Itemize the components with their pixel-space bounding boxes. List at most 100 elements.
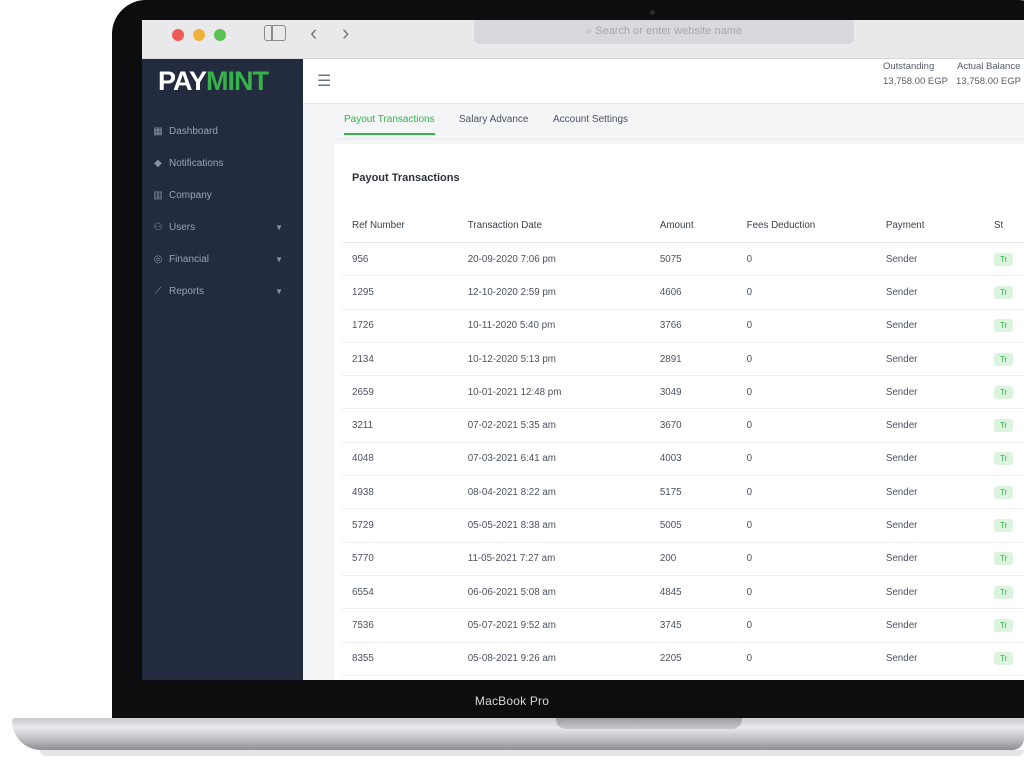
table-cell: Tr bbox=[983, 408, 1024, 443]
camera-icon bbox=[650, 10, 655, 15]
table-row[interactable]: 2134 10-12-2020 5:13 pm 2891 0 Sender Tr bbox=[342, 342, 1024, 377]
tab-account-settings[interactable]: Account Settings bbox=[553, 114, 628, 133]
table-cell: Sender bbox=[875, 542, 984, 576]
paymint-logo[interactable]: PAYMINT bbox=[158, 65, 269, 97]
table-cell: 05-05-2021 8:38 am bbox=[457, 508, 650, 543]
table-cell: 0 bbox=[736, 642, 876, 676]
table-cell: Tr bbox=[983, 242, 1024, 277]
column-header[interactable]: Fees Deduction bbox=[736, 208, 876, 243]
table-cell: 0 bbox=[736, 508, 876, 543]
users-icon: ⚇ bbox=[153, 221, 163, 233]
sidebar-item-reports[interactable]: ⟋ Reports ▼ bbox=[142, 275, 303, 307]
table-row[interactable]: 4048 07-03-2021 6:41 am 4003 0 Sender Tr bbox=[342, 442, 1024, 477]
table-cell: Tr bbox=[983, 642, 1024, 676]
table-cell: Sender bbox=[875, 275, 984, 310]
sidebar-item-notifications[interactable]: ◆ Notifications bbox=[142, 147, 303, 179]
maximize-window-button[interactable] bbox=[214, 29, 226, 41]
sidebar-item-financial[interactable]: ◎ Financial ▼ bbox=[142, 243, 303, 275]
table-row[interactable]: 8355 05-08-2021 9:26 am 2205 0 Sender Tr bbox=[342, 642, 1024, 676]
chart-icon: ⟋ bbox=[154, 285, 162, 297]
table-row[interactable]: 4938 08-04-2021 8:22 am 5175 0 Sender Tr bbox=[342, 475, 1024, 510]
status-badge: Tr bbox=[993, 485, 1014, 499]
table-cell: 200 bbox=[649, 542, 737, 576]
status-badge: Tr bbox=[993, 519, 1014, 533]
outstanding-label: Outstanding bbox=[883, 61, 935, 72]
outstanding-value: 13,758.00 EGP bbox=[883, 76, 948, 87]
app-sidebar: PAYMINT ▦ Dashboard ◆ Notifications ▥ Co… bbox=[142, 59, 303, 680]
table-cell: 4606 bbox=[649, 275, 737, 310]
sidebar-item-dashboard[interactable]: ▦ Dashboard bbox=[142, 115, 303, 147]
table-row[interactable]: 5729 05-05-2021 8:38 am 5005 0 Sender Tr bbox=[342, 508, 1024, 543]
table-cell: 8355 bbox=[342, 642, 458, 676]
table-cell: 10-11-2020 5:40 pm bbox=[457, 309, 650, 343]
sidebar-item-company[interactable]: ▥ Company bbox=[142, 179, 303, 211]
table-cell: Tr bbox=[983, 542, 1024, 576]
tab-salary-advance[interactable]: Salary Advance bbox=[459, 114, 529, 133]
status-badge: Tr bbox=[993, 652, 1014, 666]
table-cell: 10-12-2020 5:13 pm bbox=[457, 342, 650, 377]
close-window-button[interactable] bbox=[172, 29, 184, 41]
table-row[interactable]: 5770 11-05-2021 7:27 am 200 0 Sender Tr bbox=[342, 542, 1024, 576]
table-cell: Sender bbox=[875, 375, 984, 410]
address-bar[interactable]: ⌕ Search or enter website name bbox=[474, 20, 854, 44]
table-cell: 05-08-2021 9:26 am bbox=[457, 642, 650, 676]
browser-toolbar: ‹ › ⌕ Search or enter website name bbox=[142, 20, 1024, 59]
status-badge: Tr bbox=[993, 452, 1014, 466]
table-cell: Tr bbox=[983, 508, 1024, 543]
table-cell: Sender bbox=[875, 342, 984, 377]
table-cell: 3670 bbox=[649, 408, 737, 443]
table-cell: 2891 bbox=[649, 342, 737, 377]
menu-icon[interactable]: ☰ bbox=[317, 71, 331, 91]
actual-balance-value: 13,758.00 EGP bbox=[956, 76, 1021, 87]
table-row[interactable]: 6554 06-06-2021 5:08 am 4845 0 Sender Tr bbox=[342, 575, 1024, 610]
table-cell: 1295 bbox=[342, 275, 458, 310]
dashboard-icon: ▦ bbox=[153, 125, 163, 137]
table-cell: Sender bbox=[875, 442, 984, 477]
minimize-window-button[interactable] bbox=[193, 29, 205, 41]
table-cell: 4003 bbox=[649, 442, 737, 477]
table-cell: 1726 bbox=[342, 309, 458, 343]
column-header[interactable]: Transaction Date bbox=[457, 208, 650, 243]
status-badge: Tr bbox=[993, 252, 1014, 266]
table-cell: 0 bbox=[736, 542, 876, 576]
table-cell: 0 bbox=[736, 442, 876, 477]
table-cell: Sender bbox=[875, 608, 984, 643]
table-cell: 3049 bbox=[649, 375, 737, 410]
table-cell: 0 bbox=[736, 309, 876, 343]
sidebar-item-label: Company bbox=[169, 189, 212, 201]
table-row[interactable]: 7536 05-07-2021 9:52 am 3745 0 Sender Tr bbox=[342, 608, 1024, 643]
tab-payout-transactions[interactable]: Payout Transactions bbox=[344, 114, 435, 135]
column-header[interactable]: Ref Number bbox=[342, 208, 458, 243]
search-icon: ⌕ bbox=[586, 25, 596, 37]
table-cell: Sender bbox=[875, 575, 984, 610]
table-row[interactable]: 2659 10-01-2021 12:48 pm 3049 0 Sender Tr bbox=[342, 375, 1024, 410]
table-row[interactable]: 1295 12-10-2020 2:59 pm 4606 0 Sender Tr bbox=[342, 275, 1024, 310]
status-badge: Tr bbox=[993, 285, 1014, 299]
chevron-left-icon[interactable]: ‹ bbox=[310, 20, 317, 46]
table-row[interactable]: 1726 10-11-2020 5:40 pm 3766 0 Sender Tr bbox=[342, 309, 1024, 343]
status-badge: Tr bbox=[993, 352, 1014, 366]
table-cell: 6554 bbox=[342, 575, 458, 610]
table-cell: Tr bbox=[983, 309, 1024, 343]
table-cell: 5075 bbox=[649, 242, 737, 277]
sidebar-item-label: Notifications bbox=[169, 157, 224, 169]
column-header[interactable]: Payment bbox=[875, 208, 984, 243]
table-cell: 3745 bbox=[649, 608, 737, 643]
sidebar-item-users[interactable]: ⚇ Users ▼ bbox=[142, 211, 303, 243]
table-row[interactable]: 3211 07-02-2021 5:35 am 3670 0 Sender Tr bbox=[342, 408, 1024, 443]
sidebar-item-label: Reports bbox=[169, 285, 205, 297]
actual-balance-label: Actual Balance bbox=[957, 61, 1021, 72]
chevron-down-icon: ▼ bbox=[275, 222, 283, 232]
laptop-notch bbox=[556, 718, 742, 729]
table-cell: Tr bbox=[983, 442, 1024, 477]
chevron-right-icon[interactable]: › bbox=[342, 20, 349, 46]
table-cell: 0 bbox=[736, 242, 876, 277]
app-header: ☰ Outstanding 13,758.00 EGP Actual Balan… bbox=[303, 59, 1024, 104]
table-row[interactable]: 956 20-09-2020 7:06 pm 5075 0 Sender Tr bbox=[342, 242, 1024, 277]
laptop-screen: ‹ › ⌕ Search or enter website name PAYMI… bbox=[142, 20, 1024, 680]
table-cell: Sender bbox=[875, 642, 984, 676]
column-header[interactable]: St bbox=[983, 208, 1024, 243]
sidebar-toggle-icon[interactable] bbox=[264, 25, 286, 41]
laptop-base bbox=[12, 718, 1024, 750]
column-header[interactable]: Amount bbox=[649, 208, 737, 243]
